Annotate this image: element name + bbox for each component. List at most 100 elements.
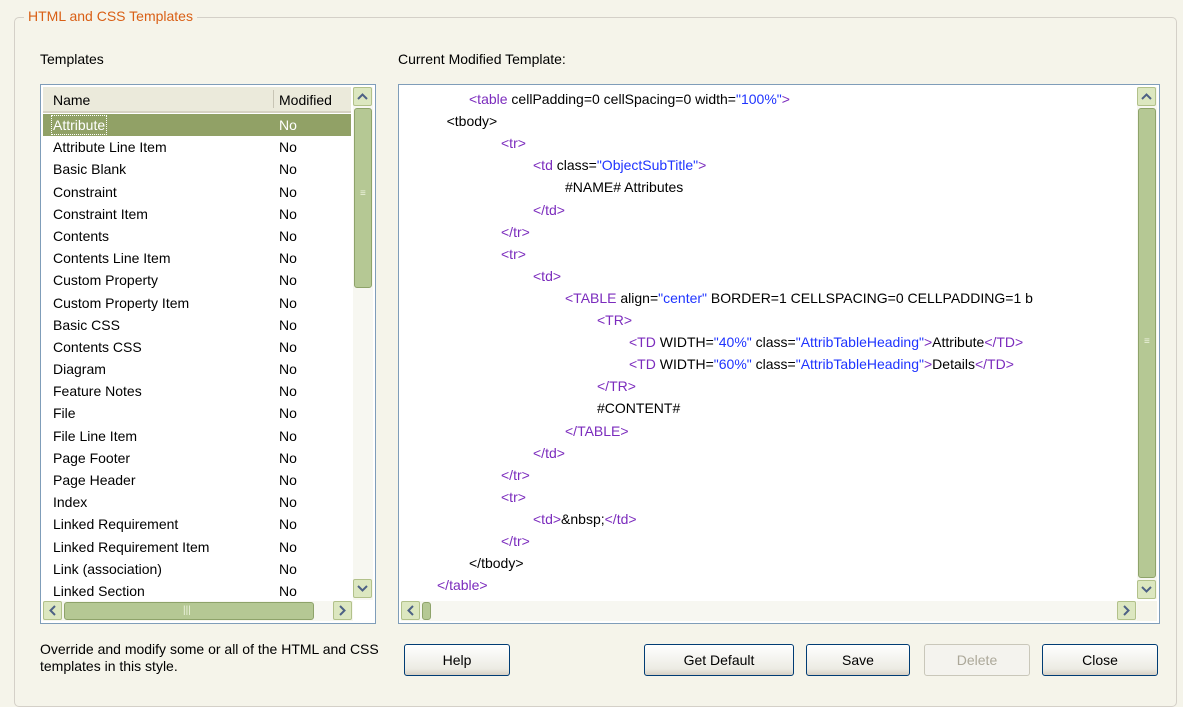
code-line: </tr>	[501, 221, 530, 243]
editor-vertical-scrollbar[interactable]: ≡	[1137, 87, 1157, 599]
code-line: #NAME# Attributes	[565, 176, 683, 198]
code-token: Attribute	[932, 334, 985, 351]
code-token: "100%"	[735, 91, 782, 107]
code-area[interactable]: <table cellPadding=0 cellSpacing=0 width…	[399, 85, 1135, 599]
list-item[interactable]: File No	[43, 402, 351, 424]
chevron-up-icon[interactable]	[1137, 87, 1156, 106]
chevron-left-icon[interactable]	[43, 601, 62, 620]
code-token: &nbsp;	[561, 510, 605, 527]
code-line: <table cellPadding=0 cellSpacing=0 width…	[469, 88, 790, 110]
list-item[interactable]: Basic Blank No	[43, 158, 351, 180]
list-item[interactable]: Attribute Line Item No	[43, 136, 351, 158]
list-item[interactable]: Linked Section No	[43, 580, 351, 600]
editor-horizontal-scrollbar[interactable]	[401, 601, 1137, 621]
code-line: </TABLE>	[565, 420, 629, 442]
list-item[interactable]: File Line Item No	[43, 425, 351, 447]
code-line: <td>	[533, 265, 561, 287]
chevron-up-icon[interactable]	[353, 87, 372, 106]
code-line: <td class="ObjectSubTitle">	[533, 154, 706, 176]
code-token: </table>	[437, 577, 488, 594]
list-item[interactable]: Contents Line Item No	[43, 247, 351, 269]
chevron-down-icon[interactable]	[1137, 580, 1156, 599]
code-line: <TD WIDTH="60%" class="AttribTableHeadin…	[629, 353, 1014, 375]
list-item[interactable]: Page Header No	[43, 469, 351, 491]
code-token: "AttribTableHeading"	[795, 334, 924, 351]
column-header-modified[interactable]: Modified	[279, 92, 332, 108]
list-rows: Attribute No Attribute Line Item No Basic Bl…	[43, 114, 351, 600]
list-item[interactable]: Constraint Item No	[43, 203, 351, 225]
code-token: <TABLE	[565, 289, 617, 306]
list-item[interactable]: Contents CSS No	[43, 336, 351, 358]
list-horizontal-scrollbar[interactable]: |||	[43, 601, 353, 621]
template-modified: No	[279, 294, 297, 311]
template-modified: No	[279, 405, 297, 422]
template-modified: No	[279, 316, 297, 333]
code-token: <table	[469, 91, 508, 107]
save-button[interactable]: Save	[806, 644, 910, 676]
code-token: Details	[932, 356, 975, 373]
editor-hscroll-thumb[interactable]	[422, 602, 431, 620]
list-item[interactable]: Linked Requirement Item No	[43, 536, 351, 558]
code-line: <TD WIDTH="40%" class="AttribTableHeadin…	[629, 331, 1023, 353]
editor-scroll-thumb[interactable]: ≡	[1138, 108, 1156, 578]
template-modified: No	[279, 383, 297, 400]
get-default-button[interactable]: Get Default	[644, 644, 794, 676]
list-item[interactable]: Contents No	[43, 225, 351, 247]
list-scroll-thumb[interactable]: ≡	[354, 108, 372, 288]
list-item[interactable]: Custom Property No	[43, 269, 351, 291]
template-name: Feature Notes	[53, 383, 142, 400]
column-divider[interactable]	[273, 90, 274, 108]
code-token: cellPadding=0 cellSpacing=0 width=	[507, 91, 736, 107]
list-item[interactable]: Page Footer No	[43, 447, 351, 469]
code-token: <tr>	[501, 245, 526, 262]
templates-list[interactable]: Name Modified Attribute No Attribute Line …	[40, 84, 376, 624]
code-token: #CONTENT#	[597, 400, 681, 417]
code-token: </TR>	[597, 378, 636, 395]
code-line: </tbody>	[469, 552, 524, 574]
code-token: "40%"	[713, 334, 752, 351]
chevron-left-icon[interactable]	[401, 601, 420, 620]
code-line: <TR>	[597, 309, 632, 331]
template-modified: No	[279, 494, 297, 511]
code-token: </TD>	[984, 334, 1024, 351]
chevron-right-icon[interactable]	[333, 601, 352, 620]
code-token: </tr>	[501, 466, 530, 483]
list-item[interactable]: Custom Property Item No	[43, 292, 351, 314]
column-header-name[interactable]: Name	[53, 92, 90, 108]
code-token: #NAME# Attributes	[565, 179, 684, 196]
list-hscroll-thumb[interactable]: |||	[64, 602, 314, 620]
list-item[interactable]: Linked Requirement No	[43, 513, 351, 535]
template-name: Linked Requirement Item	[53, 538, 210, 555]
code-token: >	[923, 356, 933, 373]
code-line: </TR>	[597, 375, 636, 397]
template-modified: No	[279, 361, 297, 378]
template-name: Attribute	[51, 115, 108, 135]
delete-button[interactable]: Delete	[924, 644, 1030, 676]
chevron-down-icon[interactable]	[353, 579, 372, 598]
list-item[interactable]: Attribute No	[43, 114, 351, 137]
template-name: Basic CSS	[53, 316, 120, 333]
list-item[interactable]: Diagram No	[43, 358, 351, 380]
code-token: <tr>	[501, 488, 526, 505]
template-modified: No	[279, 560, 297, 577]
template-modified: No	[279, 205, 297, 222]
list-item[interactable]: Link (association) No	[43, 558, 351, 580]
list-item[interactable]: Constraint No	[43, 181, 351, 203]
close-button[interactable]: Close	[1042, 644, 1158, 676]
template-modified: No	[279, 338, 297, 355]
code-line: <TABLE align="center" BORDER=1 CELLSPACI…	[565, 287, 1033, 309]
template-modified: No	[279, 161, 297, 178]
chevron-right-icon[interactable]	[1117, 601, 1136, 620]
code-token: >	[698, 157, 707, 174]
help-button[interactable]: Help	[404, 644, 510, 676]
template-modified: No	[279, 227, 297, 244]
list-item[interactable]: Index No	[43, 491, 351, 513]
template-modified: No	[279, 139, 297, 156]
code-token: "60%"	[713, 356, 752, 373]
template-editor[interactable]: <table cellPadding=0 cellSpacing=0 width…	[398, 84, 1160, 624]
list-vertical-scrollbar[interactable]: ≡	[353, 87, 373, 600]
code-token: WIDTH=	[655, 356, 714, 373]
code-token: "AttribTableHeading"	[795, 356, 924, 373]
list-item[interactable]: Feature Notes No	[43, 380, 351, 402]
list-item[interactable]: Basic CSS No	[43, 314, 351, 336]
